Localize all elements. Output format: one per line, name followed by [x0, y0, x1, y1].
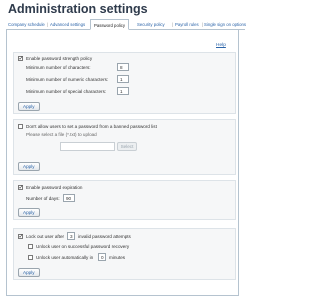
- tab-advanced-settings[interactable]: Advanced settings: [50, 22, 85, 27]
- enable-strength-label: Enable password strength policy: [26, 56, 93, 61]
- banned-list-section: Don't allow users to set a password from…: [13, 119, 236, 175]
- unlock-auto-checkbox[interactable]: [28, 255, 33, 260]
- min-special-input[interactable]: 1: [117, 87, 129, 95]
- unlock-auto-label-after: minutes: [109, 255, 126, 260]
- tab-separator: |: [202, 22, 204, 27]
- min-numeric-label: Minimum number of numeric characters:: [26, 77, 109, 82]
- lockout-attempts-input[interactable]: 3: [67, 232, 75, 240]
- tab-separator: |: [47, 22, 49, 27]
- tab-single-sign-on[interactable]: Single sign on options: [204, 22, 246, 27]
- expiration-section: Enable password expiration Number of day…: [13, 180, 236, 220]
- expiration-label: Enable password expiration: [26, 185, 83, 190]
- banned-file-input[interactable]: [60, 142, 115, 151]
- unlock-auto-label-before: Unlock user automatically in: [36, 255, 94, 260]
- lockout-section: Lock out user after 3 invalid password a…: [13, 228, 236, 280]
- tab-company-schedule[interactable]: Company schedule: [8, 22, 45, 27]
- expiration-apply-button[interactable]: Apply: [18, 208, 40, 217]
- days-label: Number of days:: [26, 196, 60, 201]
- enable-strength-checkbox[interactable]: [18, 55, 24, 62]
- unlock-auto-minutes-input[interactable]: 0: [98, 253, 106, 261]
- lockout-label-before: Lock out user after: [26, 234, 65, 239]
- min-chars-input[interactable]: 8: [117, 63, 129, 71]
- tab-password-policy[interactable]: Password policy: [90, 19, 130, 30]
- strength-apply-button[interactable]: Apply: [18, 102, 40, 111]
- banned-list-label: Don't allow users to set a password from…: [26, 124, 157, 129]
- tab-separator: |: [172, 22, 174, 27]
- tab-payroll-rules[interactable]: Payroll rules: [175, 22, 199, 27]
- lockout-label-after: invalid password attempts: [78, 234, 131, 239]
- expiration-checkbox[interactable]: [18, 184, 24, 191]
- days-input[interactable]: 90: [63, 194, 75, 202]
- min-special-label: Minimum number of special characters:: [26, 89, 107, 94]
- tab-security-policy[interactable]: Security policy: [137, 22, 165, 27]
- min-numeric-input[interactable]: 1: [117, 75, 129, 83]
- banned-apply-button[interactable]: Apply: [18, 162, 40, 171]
- unlock-recovery-label: Unlock user on successful password recov…: [36, 244, 130, 249]
- upload-hint: Please select a file (*.txt) to upload: [26, 132, 97, 137]
- help-link[interactable]: Help: [216, 43, 226, 48]
- min-chars-label: Minimum number of characters:: [26, 65, 91, 70]
- select-file-button[interactable]: Select: [117, 142, 137, 151]
- page-title: Administration settings: [8, 2, 148, 16]
- banned-list-checkbox[interactable]: [18, 124, 23, 129]
- tab-bar: Company schedule | Advanced settings Pas…: [6, 19, 246, 30]
- lockout-apply-button[interactable]: Apply: [18, 268, 40, 277]
- lockout-checkbox[interactable]: [18, 233, 24, 240]
- unlock-recovery-checkbox[interactable]: [28, 244, 33, 249]
- password-strength-section: Enable password strength policy Minimum …: [13, 52, 236, 114]
